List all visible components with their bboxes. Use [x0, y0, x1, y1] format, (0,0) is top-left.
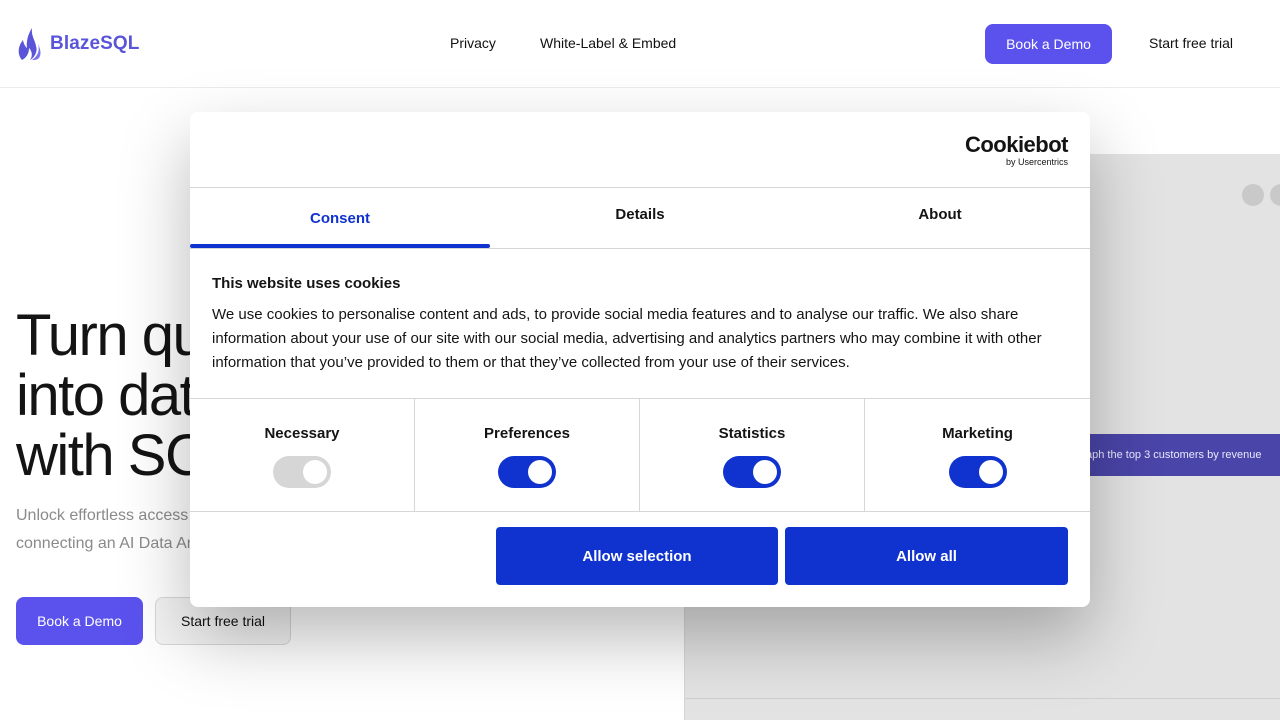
category-statistics: Statistics	[640, 399, 865, 511]
cookiebot-logo[interactable]: Cookiebot by Usercentrics	[964, 132, 1069, 168]
cookie-consent-dialog: Cookiebot by Usercentrics Consent Detail…	[190, 112, 1090, 607]
category-marketing: Marketing	[865, 399, 1090, 511]
allow-all-button[interactable]: Allow all	[785, 527, 1068, 585]
hero-subtitle: Unlock effortless access connecting an A…	[16, 502, 216, 558]
nav-privacy[interactable]: Privacy	[450, 35, 496, 51]
nav-white-label-embed[interactable]: White-Label & Embed	[540, 35, 676, 51]
divider	[190, 248, 1090, 249]
toggle-knob	[753, 460, 777, 484]
category-label: Statistics	[718, 425, 786, 442]
preview-divider	[685, 698, 1280, 699]
cookie-category-toggles: Necessary Preferences Statistics Marketi…	[190, 398, 1090, 512]
toggle-knob	[978, 460, 1003, 484]
toggle-preferences[interactable]	[498, 456, 556, 488]
brand-name: BlazeSQL	[50, 33, 140, 54]
category-label: Marketing	[942, 425, 1013, 442]
category-necessary: Necessary	[190, 399, 415, 511]
hero-subtitle-line: Unlock effortless access	[16, 507, 189, 524]
toggle-marketing[interactable]	[948, 456, 1007, 488]
tab-about[interactable]: About	[790, 184, 1090, 244]
category-label: Preferences	[484, 425, 570, 442]
hero-book-demo-button[interactable]: Book a Demo	[16, 597, 143, 645]
window-dot-icon	[1242, 184, 1264, 206]
cookiebot-brand-sub: by Usercentrics	[1005, 157, 1068, 167]
dialog-body-text: We use cookies to personalise content an…	[212, 306, 1042, 371]
site-header: BlazeSQL Privacy White-Label & Embed Boo…	[0, 0, 1280, 88]
category-label: Necessary	[264, 425, 340, 442]
flame-icon	[18, 28, 41, 60]
window-dot-icon	[1270, 184, 1280, 206]
hero-subtitle-line: connecting an AI Data An	[16, 535, 196, 552]
cookiebot-brand: Cookiebot	[964, 132, 1069, 157]
site-logo[interactable]: BlazeSQL	[16, 26, 140, 62]
category-preferences: Preferences	[415, 399, 640, 511]
tab-details[interactable]: Details	[490, 184, 790, 244]
toggle-knob	[303, 460, 327, 484]
allow-selection-button[interactable]: Allow selection	[496, 527, 778, 585]
toggle-statistics[interactable]	[723, 456, 781, 488]
toggle-necessary	[273, 456, 331, 488]
dialog-heading: This website uses cookies	[212, 275, 401, 292]
header-book-demo-button[interactable]: Book a Demo	[985, 24, 1112, 64]
toggle-knob	[528, 460, 552, 484]
header-start-trial-link[interactable]: Start free trial	[1149, 35, 1233, 51]
tab-consent[interactable]: Consent	[190, 188, 490, 248]
